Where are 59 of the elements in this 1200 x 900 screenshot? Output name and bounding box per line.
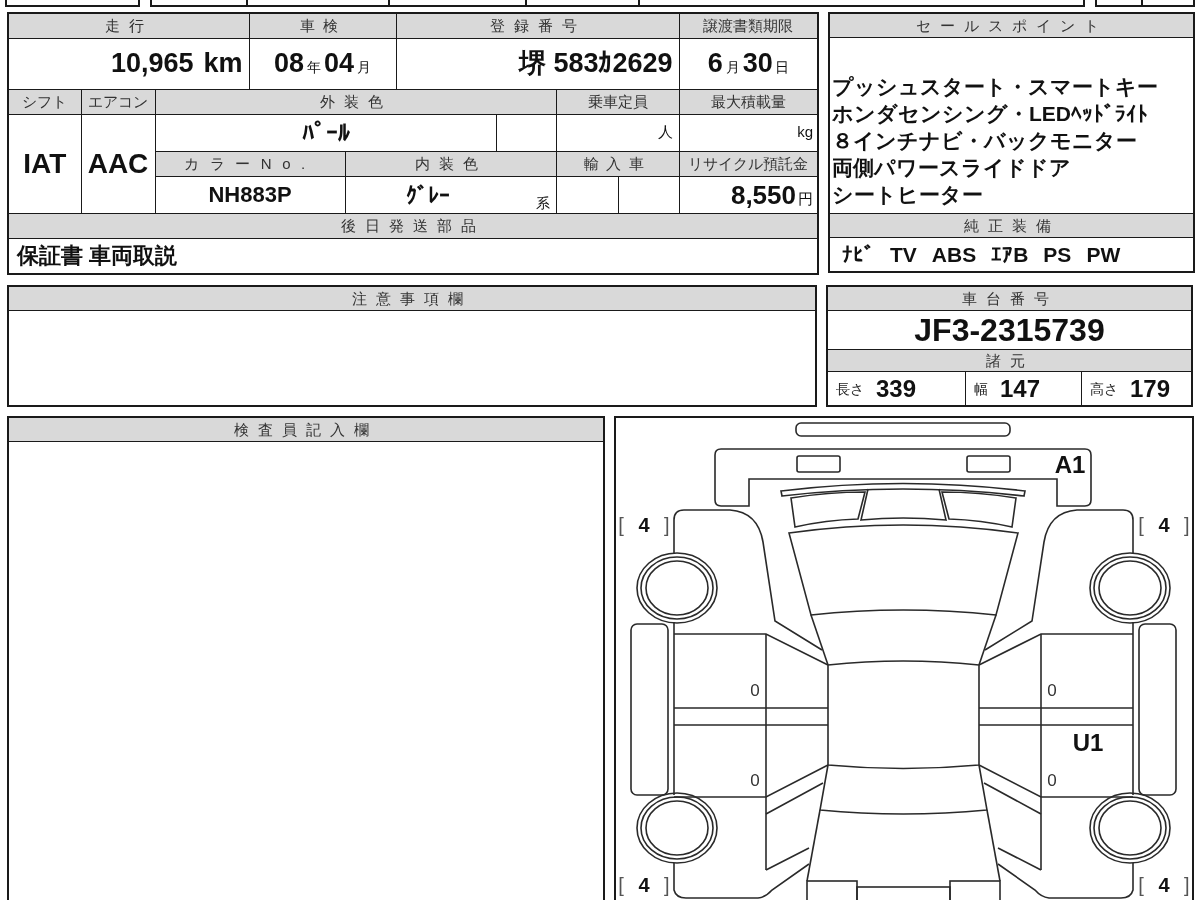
damage-code-text: U1 <box>1072 731 1104 755</box>
value-cell: 堺 583ｶ2629 <box>396 38 679 89</box>
header-cell: 輸入車 <box>556 151 679 176</box>
section-header: 車台番号 <box>828 287 1191 311</box>
spec-value: 179 <box>1130 376 1171 401</box>
interior-color-text: ｸﾞﾚｰ <box>405 185 450 207</box>
header-cell: 内装色 <box>345 151 556 176</box>
header-cell: カラーNo. <box>155 151 345 176</box>
sales-point-text: ８インチナビ・バックモニター <box>832 128 1138 154</box>
spec-label: 長さ <box>836 381 864 396</box>
section-header: 検査員記入欄 <box>9 418 603 442</box>
header-cell: 外装色 <box>155 89 556 114</box>
equipment-text: PW <box>1086 244 1121 265</box>
value-cell: 08 年 04 月 <box>249 38 396 89</box>
tire-grade-text: [ 4 ] <box>1138 875 1190 895</box>
value-cell: 人 <box>556 114 679 151</box>
value-cell: ﾊﾟｰﾙ <box>155 114 496 151</box>
damage-code-text: A1 <box>1054 453 1086 477</box>
value-cell: NH883P <box>155 176 345 213</box>
section-header: 諸元 <box>828 349 1191 372</box>
header-cell: 乗車定員 <box>556 89 679 114</box>
sales-point-text: 両側パワースライドドア <box>832 155 1072 181</box>
tire-grade-text: [ 4 ] <box>618 875 670 895</box>
equipment-text: PS <box>1043 244 1072 265</box>
panel-mark-text: 0 <box>1047 771 1057 789</box>
value-cell: 10,965 km <box>8 38 249 89</box>
section-header: セールスポイント <box>830 14 1193 38</box>
header-cell: 走行 <box>8 13 249 38</box>
panel-mark-text: 0 <box>1047 681 1057 699</box>
header-cell: シフト <box>8 89 81 114</box>
section-header: 注意事項欄 <box>9 287 815 311</box>
value-cell <box>618 176 679 213</box>
value-cell: AAC <box>81 114 155 213</box>
header-cell: 登録番号 <box>396 13 679 38</box>
spec-label: 高さ <box>1090 381 1118 396</box>
value-cell: IAT <box>8 114 81 213</box>
equipment-text: ﾅﾋﾞ <box>842 244 875 265</box>
color-suffix-text: 系 <box>535 196 550 210</box>
spec-value: 147 <box>1000 376 1041 401</box>
header-cell: 最大積載量 <box>679 89 818 114</box>
tire-grade-text: [ 4 ] <box>1138 515 1190 535</box>
sales-point-text: プッシュスタート・スマートキー <box>832 74 1159 100</box>
panel-mark-text: 0 <box>750 681 760 699</box>
sales-point-text: ホンダセンシング・LEDﾍｯﾄﾞﾗｲﾄ <box>832 101 1149 127</box>
value-cell <box>496 114 556 151</box>
spec-value: 339 <box>876 376 917 401</box>
header-cell: リサイクル預託金 <box>679 151 818 176</box>
equipment-text: TV <box>890 244 917 265</box>
section-header: 純正装備 <box>830 213 1193 238</box>
spec-label: 幅 <box>974 381 988 396</box>
header-cell: 後日発送部品 <box>8 213 818 238</box>
panel-mark-text: 0 <box>750 771 760 789</box>
tire-grade-text: [ 4 ] <box>618 515 670 535</box>
header-cell: 譲渡書類期限 <box>679 13 818 38</box>
chassis-number-text: JF3-2315739 <box>913 311 1106 349</box>
sales-point-text: シートヒーター <box>832 182 984 208</box>
equipment-text: ABS <box>931 244 977 265</box>
equipment-text: ｴｱB <box>991 244 1029 265</box>
header-cell: 車検 <box>249 13 396 38</box>
